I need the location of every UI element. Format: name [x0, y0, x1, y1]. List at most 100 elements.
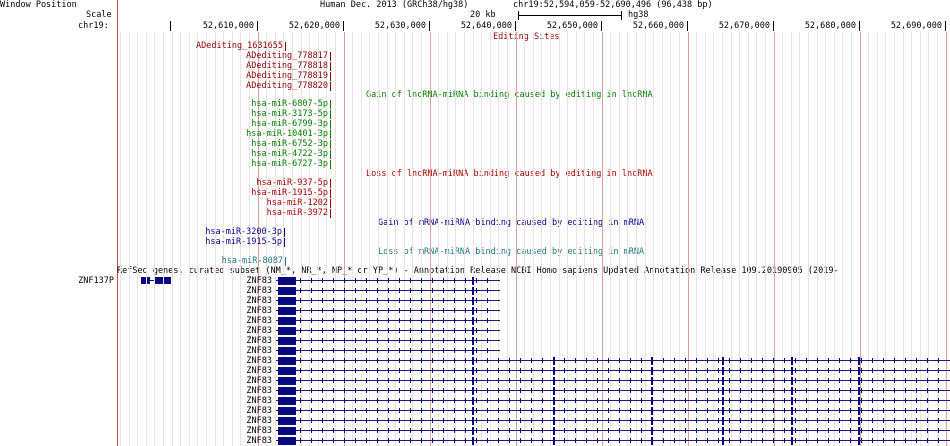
lnc-loss-mark[interactable]: [330, 199, 331, 208]
editing-site-label[interactable]: ADediting_778820: [168, 81, 328, 91]
ruler-tick: [515, 21, 516, 31]
transcript-label[interactable]: ZNF83: [200, 356, 272, 366]
transcript-label[interactable]: ZNF83: [200, 436, 272, 446]
transcript-exon: [278, 437, 296, 445]
intron-mark: [894, 418, 895, 423]
transcript-label[interactable]: ZNF83: [200, 406, 272, 416]
lnc-loss-mark[interactable]: [330, 189, 331, 198]
editing-site-mark[interactable]: [330, 52, 331, 61]
transcript-exon: [791, 397, 793, 405]
transcript-exon: [791, 437, 793, 445]
intron-mark: [828, 428, 829, 433]
intron-mark: [410, 398, 411, 403]
intron-mark: [421, 338, 422, 343]
intron-mark: [883, 388, 884, 393]
intron-mark: [454, 438, 455, 443]
transcript-label[interactable]: ZNF83: [200, 416, 272, 426]
editing-site-mark[interactable]: [285, 42, 286, 51]
transcript-exon: [278, 297, 296, 305]
editing-site-label[interactable]: ADediting_778818: [168, 61, 328, 71]
gridline: [533, 32, 534, 446]
intron-mark: [300, 298, 301, 303]
lnc-gain-mark[interactable]: [330, 140, 331, 149]
gridline: [903, 32, 904, 446]
ruler-tick-label: 52,630,000: [374, 21, 426, 31]
intron-mark: [377, 298, 378, 303]
intron-mark: [751, 418, 752, 423]
intron-mark: [487, 288, 488, 293]
intron-mark: [586, 358, 587, 363]
transcript-label[interactable]: ZNF83: [200, 306, 272, 316]
transcript-label[interactable]: ZNF83: [200, 426, 272, 436]
lnc-gain-label[interactable]: hsa-miR-10401-3p: [168, 129, 328, 139]
transcript-label[interactable]: ZNF83: [200, 286, 272, 296]
mrna-gain-mark[interactable]: [284, 238, 285, 247]
transcript-exon: [651, 427, 653, 435]
lnc-loss-label[interactable]: hsa-miR-937-5p: [168, 178, 328, 188]
intron-mark: [905, 388, 906, 393]
editing-site-mark[interactable]: [330, 72, 331, 81]
lnc-gain-mark[interactable]: [330, 110, 331, 119]
lnc-gain-mark[interactable]: [330, 100, 331, 109]
lnc-gain-mark[interactable]: [330, 160, 331, 169]
lnc-loss-mark[interactable]: [330, 209, 331, 218]
gridline: [705, 32, 706, 446]
intron-mark: [817, 388, 818, 393]
lnc-gain-mark[interactable]: [330, 130, 331, 139]
intron-mark: [806, 408, 807, 413]
editing-site-label[interactable]: ADediting_1631655: [100, 41, 283, 51]
lnc-loss-mark[interactable]: [330, 179, 331, 188]
intron-mark: [520, 428, 521, 433]
editing-site-mark[interactable]: [330, 82, 331, 91]
mrna-loss-label[interactable]: hsa-miR-8087: [120, 256, 283, 266]
mrna-gain-label[interactable]: hsa-miR-1915-5p: [120, 237, 282, 247]
editing-site-label[interactable]: ADediting_778817: [168, 51, 328, 61]
mrna-gain-label[interactable]: hsa-miR-3200-3p: [120, 227, 282, 237]
intron-mark: [509, 378, 510, 383]
lnc-loss-label[interactable]: hsa-miR-1202: [168, 198, 328, 208]
intron-mark: [366, 418, 367, 423]
transcript-label[interactable]: ZNF83: [200, 326, 272, 336]
lnc-gain-label[interactable]: hsa-miR-6752-3p: [168, 139, 328, 149]
transcript-label[interactable]: ZNF83: [200, 366, 272, 376]
transcript-label[interactable]: ZNF83: [200, 276, 272, 286]
lnc-gain-mark[interactable]: [330, 120, 331, 129]
mrna-gain-mark[interactable]: [284, 228, 285, 237]
transcript-exon: [791, 427, 793, 435]
intron-mark: [817, 438, 818, 443]
transcript-label[interactable]: ZNF83: [200, 346, 272, 356]
transcript-label[interactable]: ZNF83: [200, 316, 272, 326]
intron-mark: [333, 328, 334, 333]
editing-site-label[interactable]: ADediting_778819: [168, 71, 328, 81]
lnc-gain-mark[interactable]: [330, 150, 331, 159]
intron-mark: [421, 428, 422, 433]
transcript-label[interactable]: ZNF83: [200, 336, 272, 346]
transcript-label[interactable]: ZNF83: [200, 296, 272, 306]
lnc-gain-label[interactable]: hsa-miR-4722-3p: [168, 149, 328, 159]
transcript-label[interactable]: ZNF83: [200, 396, 272, 406]
mrna-loss-mark[interactable]: [285, 257, 286, 266]
lnc-gain-label[interactable]: hsa-miR-6799-3p: [168, 119, 328, 129]
lnc-loss-label[interactable]: hsa-miR-1915-5p: [168, 188, 328, 198]
transcript-label[interactable]: ZNF83: [200, 376, 272, 386]
intron-mark: [322, 388, 323, 393]
intron-mark: [718, 378, 719, 383]
intron-mark: [388, 438, 389, 443]
lnc-loss-label[interactable]: hsa-miR-3972: [168, 208, 328, 218]
intron-mark: [476, 418, 477, 423]
intron-mark: [377, 378, 378, 383]
intron-mark: [487, 298, 488, 303]
intron-mark: [465, 308, 466, 313]
intron-mark: [443, 338, 444, 343]
lnc-gain-label[interactable]: hsa-miR-3173-5p: [168, 109, 328, 119]
intron-mark: [784, 418, 785, 423]
editing-site-mark[interactable]: [330, 62, 331, 71]
lnc-gain-label[interactable]: hsa-miR-6727-3p: [168, 159, 328, 169]
gridline: [731, 32, 732, 446]
ruler-tick-label: 52,670,000: [718, 21, 770, 31]
lnc-gain-label[interactable]: hsa-miR-6807-5p: [168, 99, 328, 109]
left-gene-label[interactable]: ZNF137P: [60, 276, 114, 286]
intron-mark: [707, 408, 708, 413]
intron-mark: [344, 308, 345, 313]
transcript-label[interactable]: ZNF83: [200, 386, 272, 396]
